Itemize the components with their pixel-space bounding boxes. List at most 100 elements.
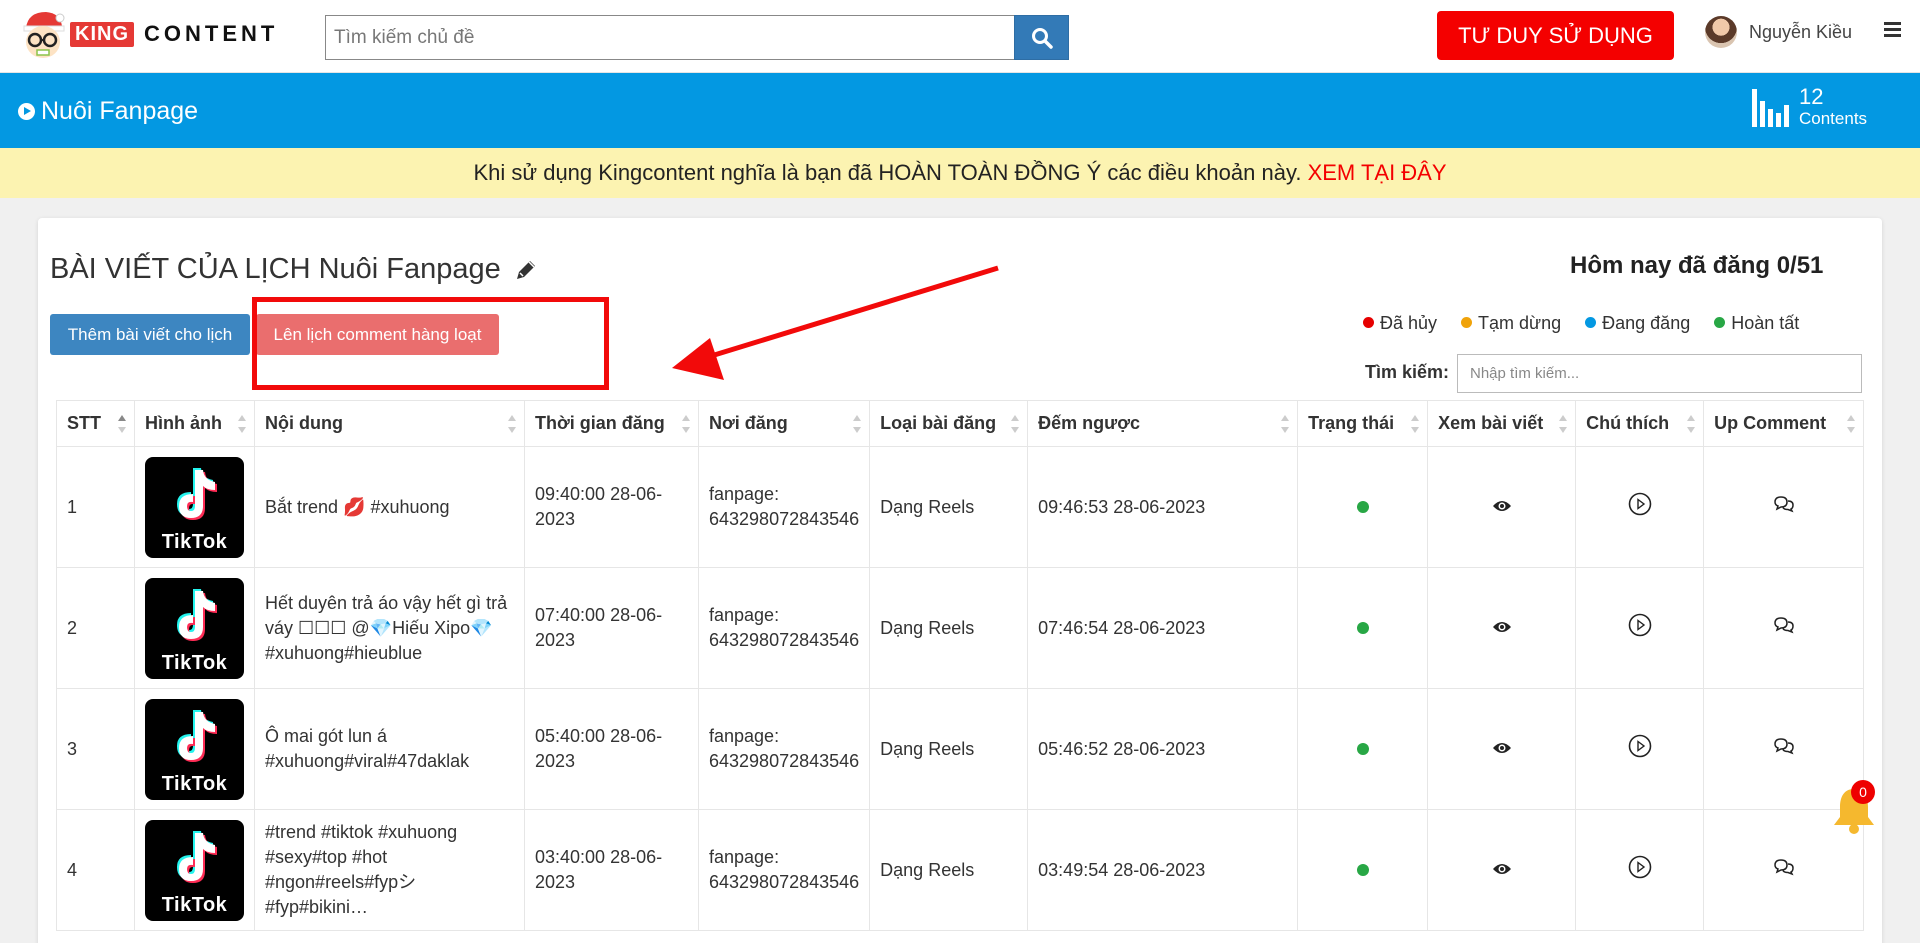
comments-icon[interactable] [1773,616,1795,638]
row-thumbnail[interactable]: TikTok [134,688,255,810]
table-search-input[interactable] [1457,354,1862,393]
terms-link[interactable]: XEM TẠI ĐÂY [1308,160,1447,185]
hamburger-menu-icon[interactable] [1884,22,1901,38]
logo-content-text: CONTENT [144,21,279,46]
tiktok-label: TikTok [161,651,228,674]
col-content[interactable]: Nội dung [254,400,525,447]
status-done-dot-icon [1356,500,1369,513]
eye-icon[interactable] [1492,860,1512,880]
row-up-comment[interactable] [1703,567,1864,689]
col-up-comment[interactable]: Up Comment [1703,400,1864,447]
posts-table: STT Hình ảnh Nội dung Thời gian đăng Nơi… [56,400,1864,931]
row-post-type: Dạng Reels [869,567,1029,689]
table-row: 3 TikTok Ô mai gót lun á #xuhuong#viral#… [56,688,1864,810]
content-count-label: Contents [1799,109,1868,128]
col-view-post[interactable]: Xem bài viết [1427,400,1577,447]
play-circle-icon[interactable] [1628,492,1652,520]
comments-icon[interactable] [1773,495,1795,517]
section-header: Nuôi Fanpage 12 Contents [0,73,1920,148]
row-view-post[interactable] [1427,809,1577,931]
row-note[interactable] [1575,809,1705,931]
search-button[interactable] [1014,15,1069,60]
row-post-type: Dạng Reels [869,809,1029,931]
row-post-place: fanpage: 643298072843546 [697,809,871,931]
table-row: 2 TikTok Hết duyên trả áo vậy hết gì trả… [56,567,1864,689]
row-stt: 2 [56,567,135,689]
comments-icon[interactable] [1773,858,1795,880]
tiktok-logo-icon: TikTok [145,819,244,921]
play-circle-icon[interactable] [1628,855,1652,883]
row-view-post[interactable] [1427,567,1577,689]
usage-guide-button[interactable]: TƯ DUY SỬ DỤNG [1437,11,1674,60]
row-thumbnail[interactable]: TikTok [134,809,255,931]
row-note[interactable] [1575,688,1705,810]
status-legend: Đã hủy Tạm dừng Đang đăng Hoàn tất [1363,313,1799,334]
row-content: Ô mai gót lun á #xuhuong#viral#47daklak [254,688,525,810]
play-circle-icon[interactable] [1628,734,1652,762]
comments-icon[interactable] [1773,737,1795,759]
tiktok-label: TikTok [161,893,228,916]
orange-dot-icon [1461,316,1473,328]
col-image[interactable]: Hình ảnh [134,400,255,447]
row-note[interactable] [1575,567,1705,689]
logo[interactable]: KING CONTENT [20,6,280,62]
row-content: #trend #tiktok #xuhuong #sexy#top #hot #… [254,809,525,931]
table-row: 4 TikTok #trend #tiktok #xuhuong #sexy#t… [56,809,1864,931]
table-header-row: STT Hình ảnh Nội dung Thời gian đăng Nơi… [56,400,1864,447]
tiktok-label: TikTok [161,772,228,795]
col-stt[interactable]: STT [56,400,135,447]
user-menu[interactable]: Nguyễn Kiều [1705,16,1852,48]
play-circle-icon[interactable] [1628,613,1652,641]
col-post-type[interactable]: Loại bài đăng [869,400,1029,447]
green-dot-icon [1714,316,1726,328]
row-stt: 1 [56,446,135,568]
red-dot-icon [1363,316,1374,328]
row-content: Bắt trend 💋 #xuhuong [254,446,525,568]
row-post-time: 09:40:00 28-06-2023 [524,446,699,568]
sort-icon [1559,415,1568,433]
row-view-post[interactable] [1427,688,1577,810]
row-countdown: 05:46:52 28-06-2023 [1027,688,1299,810]
row-note[interactable] [1575,446,1705,568]
col-post-time[interactable]: Thời gian đăng [524,400,699,447]
page-title: BÀI VIẾT CỦA LỊCH Nuôi Fanpage [50,253,539,286]
eye-icon[interactable] [1492,497,1512,517]
row-countdown: 09:46:53 28-06-2023 [1027,446,1299,568]
row-status [1297,809,1429,931]
eye-icon[interactable] [1492,618,1512,638]
row-thumbnail[interactable]: TikTok [134,446,255,568]
sort-icon [1011,415,1020,433]
search-icon [1031,27,1053,49]
sort-icon [682,415,690,433]
tiktok-logo-icon: TikTok [145,577,244,679]
sort-icon [508,415,516,433]
tiktok-logo-icon: TikTok [145,698,244,800]
col-note[interactable]: Chú thích [1575,400,1705,447]
edit-pencil-icon[interactable] [513,257,539,283]
schedule-posts-card: BÀI VIẾT CỦA LỊCH Nuôi Fanpage Hôm nay đ… [38,218,1882,943]
status-done-dot-icon [1356,621,1369,634]
eye-icon[interactable] [1492,739,1512,759]
col-countdown[interactable]: Đếm ngược [1027,400,1299,447]
terms-notice-text: Khi sử dụng Kingcontent nghĩa là bạn đã … [473,160,1302,185]
section-title: Nuôi Fanpage [18,97,198,126]
tiktok-logo-icon: TikTok [145,456,244,558]
add-post-button[interactable]: Thêm bài viết cho lịch [50,314,250,355]
row-post-place: fanpage: 643298072843546 [697,446,871,568]
row-status [1297,688,1429,810]
topic-search [325,15,1069,60]
col-status[interactable]: Trạng thái [1297,400,1429,447]
topic-search-input[interactable] [325,15,1014,60]
row-thumbnail[interactable]: TikTok [134,567,255,689]
blue-dot-icon [1585,316,1597,328]
sort-icon [853,415,862,433]
terms-notice: Khi sử dụng Kingcontent nghĩa là bạn đã … [0,148,1920,198]
legend-item-done: Hoàn tất [1714,313,1799,334]
row-stt: 3 [56,688,135,810]
page-title-text: BÀI VIẾT CỦA LỊCH Nuôi Fanpage [50,253,501,285]
row-up-comment[interactable] [1703,446,1864,568]
row-view-post[interactable] [1427,446,1577,568]
col-post-place[interactable]: Nơi đăng [697,400,871,447]
sort-icon [238,415,246,433]
user-name: Nguyễn Kiều [1749,21,1853,42]
